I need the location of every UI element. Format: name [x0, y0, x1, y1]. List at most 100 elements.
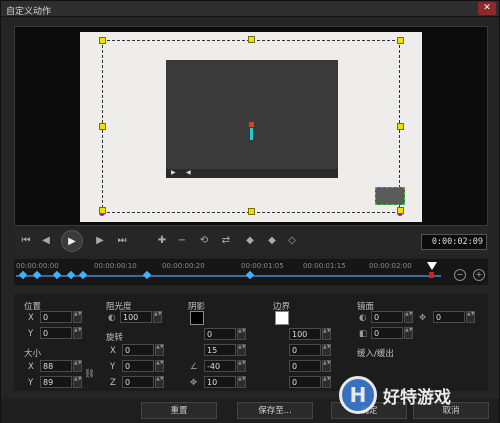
timeline[interactable]: 00:00:00:00 00:00:00:10 00:00:00:20 00:0… [14, 259, 488, 285]
border-corner-field[interactable]: 0 [289, 376, 321, 388]
remove-keyframe-icon[interactable]: − [174, 233, 190, 249]
prev-keyframe-icon[interactable]: ◆ [242, 233, 258, 249]
watermark-text: 好特游戏 [383, 388, 451, 408]
border-blur-field[interactable]: 0 [289, 360, 321, 372]
timeline-tick: 00:00:00:00 [16, 262, 59, 270]
keyframe-marker[interactable] [66, 270, 76, 280]
rotation-y-label: Y [110, 362, 116, 372]
timeline-tick: 00:00:00:10 [94, 262, 137, 270]
reverse-icon[interactable]: ⟲ [196, 233, 212, 249]
play-button[interactable]: ▶ [61, 230, 83, 252]
position-x-spinner[interactable]: ▲▼ [73, 311, 82, 323]
border-width-spinner[interactable]: ▲▼ [322, 344, 331, 356]
resize-handle-bottom[interactable] [248, 208, 255, 215]
video-control-bar: ▶ ◀ [166, 169, 338, 178]
close-icon[interactable]: ✕ [478, 2, 496, 15]
mirror-opacity-spinner[interactable]: ▲▼ [404, 311, 413, 323]
lock-ratio-icon[interactable]: ⛓ [84, 369, 95, 379]
border-opacity-field[interactable]: 100 [289, 328, 321, 340]
shadow-opacity-spinner[interactable]: ▲▼ [237, 328, 246, 340]
mirror-fade-spinner[interactable]: ▲▼ [404, 327, 413, 339]
reset-button[interactable]: 重置 [141, 402, 217, 419]
pip-object[interactable] [375, 187, 405, 205]
keyframe-marker[interactable] [245, 270, 255, 280]
keyframe-marker[interactable] [78, 270, 88, 280]
keyframe-marker[interactable] [32, 270, 42, 280]
mirror-offset-field[interactable]: 0 [433, 311, 465, 323]
rotation-x-field[interactable]: 0 [122, 344, 154, 356]
rotation-x-spinner[interactable]: ▲▼ [155, 344, 164, 356]
shadow-angle-spinner[interactable]: ▲▼ [237, 360, 246, 372]
rotation-z-field[interactable]: 0 [122, 376, 154, 388]
rotation-title: 旋转 [106, 333, 124, 343]
opacity-spinner[interactable]: ▲▼ [153, 311, 162, 323]
border-width-field[interactable]: 0 [289, 344, 321, 356]
add-keyframe-icon[interactable]: ✚ [154, 233, 170, 249]
next-frame-icon[interactable]: ▶ [92, 233, 108, 249]
position-x-label: X [28, 313, 34, 323]
shadow-blur-spinner[interactable]: ▲▼ [237, 344, 246, 356]
shadow-angle-icon: ∠ [190, 362, 198, 372]
rotation-z-spinner[interactable]: ▲▼ [155, 376, 164, 388]
copy-keyframe-icon[interactable]: ◇ [284, 233, 300, 249]
resize-handle-left[interactable] [99, 123, 106, 130]
resize-handle-bl[interactable] [99, 207, 106, 214]
swap-icon[interactable]: ⇄ [218, 233, 234, 249]
timeline-tick: 00:00:01:15 [303, 262, 346, 270]
title-bar: 自定义动作 ✕ [1, 1, 499, 17]
resize-handle-right[interactable] [397, 123, 404, 130]
keyframe-marker[interactable] [18, 270, 28, 280]
position-y-field[interactable]: 0 [40, 327, 72, 339]
shadow-distance-icon: ✥ [190, 378, 198, 388]
resize-handle-br[interactable] [397, 207, 404, 214]
keyframe-marker[interactable] [142, 270, 152, 280]
shadow-opacity-field[interactable]: 0 [204, 328, 236, 340]
position-y-spinner[interactable]: ▲▼ [73, 327, 82, 339]
shadow-color-swatch[interactable] [190, 311, 204, 325]
position-title: 位置 [24, 302, 42, 312]
motion-path-line [250, 128, 253, 140]
save-to-button[interactable]: 保存至... [237, 402, 313, 419]
zoom-in-icon[interactable]: + [473, 269, 485, 281]
go-to-end-icon[interactable]: ⏭ [114, 233, 130, 249]
border-blur-spinner[interactable]: ▲▼ [322, 360, 331, 372]
motion-path-point[interactable] [249, 122, 254, 127]
go-to-start-icon[interactable]: ⏮ [18, 233, 34, 249]
border-opacity-spinner[interactable]: ▲▼ [322, 328, 331, 340]
preview-area: ▶ ◀ [14, 26, 488, 226]
preview-canvas[interactable]: ▶ ◀ [80, 32, 422, 222]
zoom-out-icon[interactable]: − [454, 269, 466, 281]
keyframe-marker[interactable] [52, 270, 62, 280]
watermark-logo: H [339, 376, 377, 414]
next-keyframe-icon[interactable]: ◆ [264, 233, 280, 249]
resize-handle-tr[interactable] [397, 37, 404, 44]
previous-frame-icon[interactable]: ◀ [38, 233, 54, 249]
shadow-distance-spinner[interactable]: ▲▼ [237, 376, 246, 388]
shadow-angle-field[interactable]: -40 [204, 360, 236, 372]
timecode-field[interactable]: 0:00:02:09 [421, 234, 487, 250]
shadow-blur-field[interactable]: 15 [204, 344, 236, 356]
video-clip[interactable]: ▶ ◀ [166, 60, 338, 178]
watermark: H 好特游戏 [339, 373, 489, 423]
mirror-opacity-icon: ◐ [359, 313, 367, 323]
size-x-field[interactable]: 88 [40, 360, 72, 372]
mirror-offset-spinner[interactable]: ▲▼ [466, 311, 475, 323]
mirror-fade-field[interactable]: 0 [371, 327, 403, 339]
resize-handle-tl[interactable] [99, 37, 106, 44]
border-color-swatch[interactable] [275, 311, 289, 325]
opacity-field[interactable]: 100 [120, 311, 152, 323]
border-corner-spinner[interactable]: ▲▼ [322, 376, 331, 388]
size-x-spinner[interactable]: ▲▼ [73, 360, 82, 372]
rotation-z-label: Z [110, 378, 116, 388]
size-y-field[interactable]: 89 [40, 376, 72, 388]
position-x-field[interactable]: 0 [40, 311, 72, 323]
shadow-distance-field[interactable]: 10 [204, 376, 236, 388]
mirror-opacity-field[interactable]: 0 [371, 311, 403, 323]
playhead[interactable] [427, 262, 437, 270]
rotation-y-field[interactable]: 0 [122, 360, 154, 372]
resize-handle-top[interactable] [248, 36, 255, 43]
rotation-y-spinner[interactable]: ▲▼ [155, 360, 164, 372]
size-y-label: Y [28, 378, 34, 388]
fade-title: 缓入/缓出 [357, 349, 394, 359]
size-y-spinner[interactable]: ▲▼ [73, 376, 82, 388]
